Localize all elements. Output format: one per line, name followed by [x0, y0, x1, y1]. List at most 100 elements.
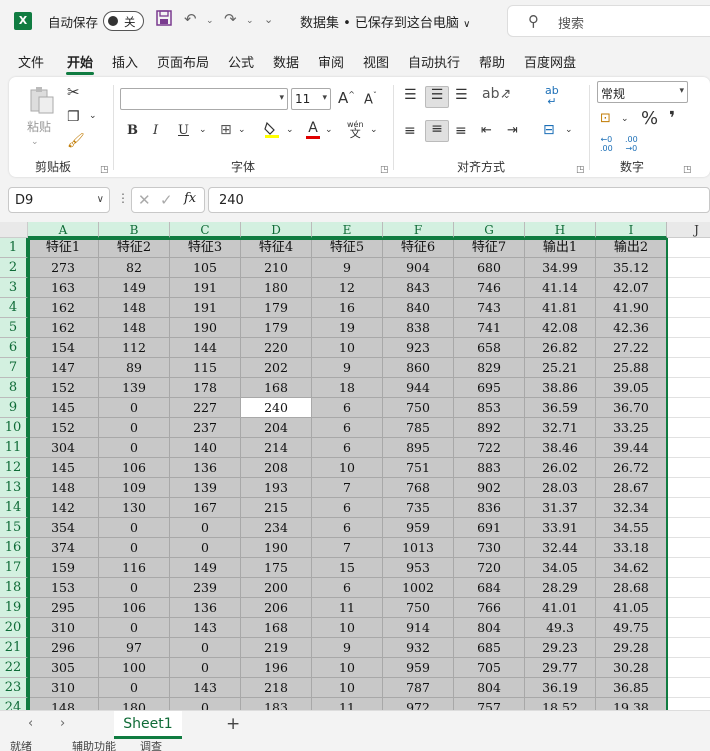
- table-cell[interactable]: 28.03: [525, 478, 596, 498]
- cell[interactable]: [667, 258, 710, 278]
- table-cell[interactable]: 1002: [383, 578, 454, 598]
- table-cell[interactable]: 219: [241, 638, 312, 658]
- cell[interactable]: [667, 358, 710, 378]
- table-cell[interactable]: 42.36: [596, 318, 667, 338]
- table-cell[interactable]: 32.71: [525, 418, 596, 438]
- table-cell[interactable]: 16: [312, 298, 383, 318]
- table-cell[interactable]: 838: [383, 318, 454, 338]
- name-box[interactable]: D9 ∨: [8, 187, 110, 213]
- table-cell[interactable]: 0: [99, 618, 170, 638]
- table-cell[interactable]: 210: [241, 258, 312, 278]
- table-cell[interactable]: 140: [170, 438, 241, 458]
- cell[interactable]: [667, 238, 710, 258]
- table-cell[interactable]: 30.28: [596, 658, 667, 678]
- table-cell[interactable]: 136: [170, 458, 241, 478]
- table-cell[interactable]: 200: [241, 578, 312, 598]
- table-cell[interactable]: 148: [99, 298, 170, 318]
- header-cell[interactable]: 特征2: [99, 238, 170, 258]
- column-header-D[interactable]: D: [241, 222, 312, 238]
- redo-dropdown-icon[interactable]: ⌄: [246, 16, 254, 26]
- table-cell[interactable]: 180: [241, 278, 312, 298]
- table-cell[interactable]: 191: [170, 278, 241, 298]
- table-cell[interactable]: 0: [170, 658, 241, 678]
- table-cell[interactable]: 28.67: [596, 478, 667, 498]
- table-cell[interactable]: 32.44: [525, 538, 596, 558]
- table-cell[interactable]: 684: [454, 578, 525, 598]
- table-cell[interactable]: 34.05: [525, 558, 596, 578]
- cell[interactable]: [667, 498, 710, 518]
- table-cell[interactable]: 10: [312, 338, 383, 358]
- cell[interactable]: [667, 458, 710, 478]
- tab-home[interactable]: 开始: [67, 52, 93, 71]
- table-cell[interactable]: 149: [99, 278, 170, 298]
- cell[interactable]: [667, 398, 710, 418]
- table-cell[interactable]: 36.85: [596, 678, 667, 698]
- table-cell[interactable]: 38.86: [525, 378, 596, 398]
- table-cell[interactable]: 204: [241, 418, 312, 438]
- table-cell[interactable]: 33.18: [596, 538, 667, 558]
- row-header[interactable]: 3: [0, 278, 28, 298]
- table-cell[interactable]: 148: [28, 478, 99, 498]
- table-cell[interactable]: 691: [454, 518, 525, 538]
- table-cell[interactable]: 139: [99, 378, 170, 398]
- table-cell[interactable]: 36.59: [525, 398, 596, 418]
- phonetic-guide-icon[interactable]: wén 文: [347, 120, 364, 139]
- table-cell[interactable]: 190: [170, 318, 241, 338]
- tab-formulas[interactable]: 公式: [228, 52, 254, 71]
- wrap-text-icon[interactable]: ab ↵: [545, 85, 559, 107]
- table-cell[interactable]: 785: [383, 418, 454, 438]
- table-cell[interactable]: 154: [28, 338, 99, 358]
- clipboard-launcher-icon[interactable]: ◳: [100, 165, 109, 175]
- table-cell[interactable]: 193: [241, 478, 312, 498]
- decrease-decimal-icon[interactable]: .00 →0: [625, 135, 638, 153]
- table-cell[interactable]: 220: [241, 338, 312, 358]
- table-cell[interactable]: 179: [241, 298, 312, 318]
- table-cell[interactable]: 136: [170, 598, 241, 618]
- table-cell[interactable]: 804: [454, 618, 525, 638]
- align-middle-icon[interactable]: ☰: [425, 86, 449, 108]
- table-cell[interactable]: 766: [454, 598, 525, 618]
- row-header[interactable]: 8: [0, 378, 28, 398]
- table-cell[interactable]: 11: [312, 598, 383, 618]
- table-cell[interactable]: 33.25: [596, 418, 667, 438]
- tab-help[interactable]: 帮助: [479, 52, 505, 71]
- table-cell[interactable]: 902: [454, 478, 525, 498]
- table-cell[interactable]: 180: [99, 698, 170, 710]
- table-cell[interactable]: 658: [454, 338, 525, 358]
- table-cell[interactable]: 914: [383, 618, 454, 638]
- row-header[interactable]: 23: [0, 678, 28, 698]
- table-cell[interactable]: 41.14: [525, 278, 596, 298]
- header-cell[interactable]: 特征3: [170, 238, 241, 258]
- paste-dropdown-icon[interactable]: ⌄: [31, 137, 39, 147]
- table-cell[interactable]: 923: [383, 338, 454, 358]
- table-cell[interactable]: 152: [28, 378, 99, 398]
- sheet-tab-sheet1[interactable]: Sheet1: [114, 711, 182, 739]
- row-header[interactable]: 6: [0, 338, 28, 358]
- table-cell[interactable]: 0: [99, 518, 170, 538]
- cell[interactable]: [667, 418, 710, 438]
- table-cell[interactable]: 304: [28, 438, 99, 458]
- column-header-B[interactable]: B: [99, 222, 170, 238]
- undo-icon[interactable]: ↶: [184, 10, 197, 28]
- bold-button[interactable]: B: [127, 123, 138, 138]
- table-cell[interactable]: 36.19: [525, 678, 596, 698]
- column-header-H[interactable]: H: [525, 222, 596, 238]
- table-cell[interactable]: 29.77: [525, 658, 596, 678]
- row-header[interactable]: 22: [0, 658, 28, 678]
- align-left-icon[interactable]: ≡: [404, 123, 416, 139]
- redo-icon[interactable]: ↷: [224, 10, 237, 28]
- undo-dropdown-icon[interactable]: ⌄: [206, 16, 214, 26]
- table-cell[interactable]: 895: [383, 438, 454, 458]
- add-sheet-button[interactable]: +: [226, 714, 240, 734]
- column-header-J[interactable]: J: [667, 222, 710, 238]
- table-cell[interactable]: 148: [28, 698, 99, 710]
- table-cell[interactable]: 115: [170, 358, 241, 378]
- tab-baidu[interactable]: 百度网盘: [524, 52, 576, 71]
- table-cell[interactable]: 143: [170, 618, 241, 638]
- table-cell[interactable]: 10: [312, 658, 383, 678]
- table-cell[interactable]: 97: [99, 638, 170, 658]
- table-cell[interactable]: 32.34: [596, 498, 667, 518]
- table-cell[interactable]: 35.12: [596, 258, 667, 278]
- table-cell[interactable]: 959: [383, 518, 454, 538]
- table-cell[interactable]: 804: [454, 678, 525, 698]
